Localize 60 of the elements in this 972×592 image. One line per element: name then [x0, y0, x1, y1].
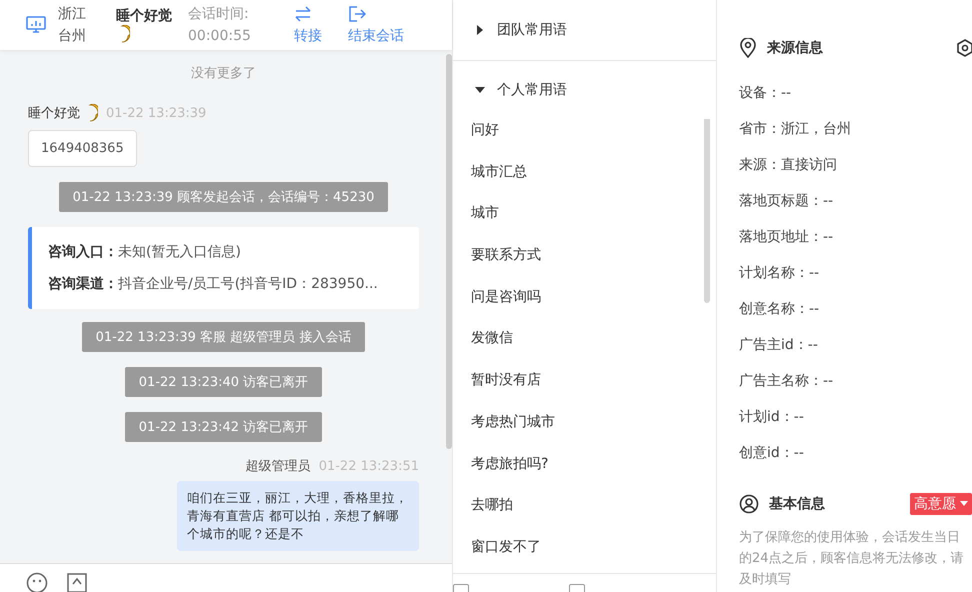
swap-arrows-icon — [294, 5, 312, 23]
info-line: 创意名称：-- — [739, 301, 820, 317]
image-icon — [66, 572, 88, 592]
info-line: 广告主名称：-- — [739, 373, 834, 389]
info-label: 咨询入口： — [48, 244, 118, 260]
phrase-item[interactable]: 城市汇总 — [453, 160, 716, 202]
info-line: 创意id：-- — [739, 445, 804, 461]
system-message: 01-22 13:23:39 顾客发起会话，会话编号：45230 — [58, 182, 388, 212]
section-title: 基本信息 — [769, 495, 826, 513]
system-message: 01-22 13:23:40 访客已离开 — [124, 367, 322, 397]
hex-nut-icon — [956, 39, 972, 57]
info-line: 落地页标题：-- — [739, 193, 834, 209]
info-label: 咨询渠道： — [48, 276, 118, 292]
info-line: 计划id：-- — [739, 409, 804, 425]
phrase-item[interactable]: 考虑热门城市 — [453, 410, 716, 452]
no-more-note: 没有更多了 — [190, 65, 257, 82]
phrase-item[interactable]: 考虑旅拍吗? — [453, 452, 716, 494]
phrase-item[interactable]: 窗口发不了 — [453, 536, 716, 573]
smiley-icon — [26, 572, 48, 592]
visitor-location: 浙江台州 — [58, 5, 87, 46]
user-circle-icon — [739, 494, 759, 514]
visitor-name: 睡个好觉 — [116, 7, 173, 25]
scrollbar[interactable] — [446, 54, 452, 449]
system-message: 01-22 13:23:42 访客已离开 — [124, 412, 322, 442]
info-value: 抖音企业号/员工号(抖音号ID：283950... — [118, 276, 378, 292]
phrase-item[interactable]: 问是咨询吗 — [453, 286, 716, 328]
system-message: 01-22 13:23:39 客服 超级管理员 接入会话 — [82, 322, 366, 352]
message-bubble: 1649408365 — [28, 130, 137, 167]
phrase-group[interactable]: 团队常用语 — [453, 0, 716, 60]
monitor-icon — [26, 16, 46, 34]
info-line: 落地页地址：-- — [739, 229, 834, 245]
phrase-item[interactable]: 要联系方式 — [453, 244, 716, 286]
info-line: 计划名称：-- — [739, 265, 820, 281]
section-title: 来源信息 — [767, 39, 824, 57]
scrollbar[interactable] — [704, 119, 710, 303]
phrase-item[interactable]: 城市 — [453, 202, 716, 244]
timer-value: 00:00:55 — [188, 27, 252, 46]
sender-name: 睡个好觉 — [28, 105, 80, 122]
caret-down-icon — [960, 501, 968, 507]
intent-dropdown[interactable]: 高意愿 — [910, 493, 972, 515]
message-time: 01-22 13:23:39 — [106, 106, 206, 120]
message-time: 01-22 13:23:51 — [318, 458, 419, 474]
message-bubble: 咱们在三亚，丽江，大理，香格里拉，青海有直营店 都可以拍，亲想了解哪个城市的呢？还是不 — [177, 481, 419, 551]
phrase-item[interactable]: 发微信 — [453, 327, 716, 370]
exit-icon — [348, 5, 366, 23]
info-value: 未知(暂无入口信息) — [118, 244, 241, 260]
phrase-group[interactable]: 个人常用语 — [453, 61, 716, 119]
phrase-item[interactable]: 问好 — [453, 119, 716, 161]
phrase-item[interactable]: 暂时没有店 — [453, 369, 716, 411]
info-line: 设备：-- — [739, 85, 792, 101]
sender-name: 超级管理员 — [246, 458, 311, 475]
location-pin-icon — [739, 38, 757, 58]
phrase-item[interactable]: 去哪拍 — [453, 494, 716, 536]
info-line: 省市：浙江，台州 — [739, 121, 851, 137]
timer-label: 会话时间: — [188, 5, 250, 24]
info-line: 来源：直接访问 — [739, 157, 837, 173]
caret-down-icon — [475, 85, 485, 95]
info-line: 广告主id：-- — [739, 337, 818, 353]
caret-right-icon — [475, 25, 485, 35]
notice-text: 为了保障您的使用体验，会话发生当日的24点之后，顾客信息将无法修改，请及时填写 — [739, 529, 965, 589]
